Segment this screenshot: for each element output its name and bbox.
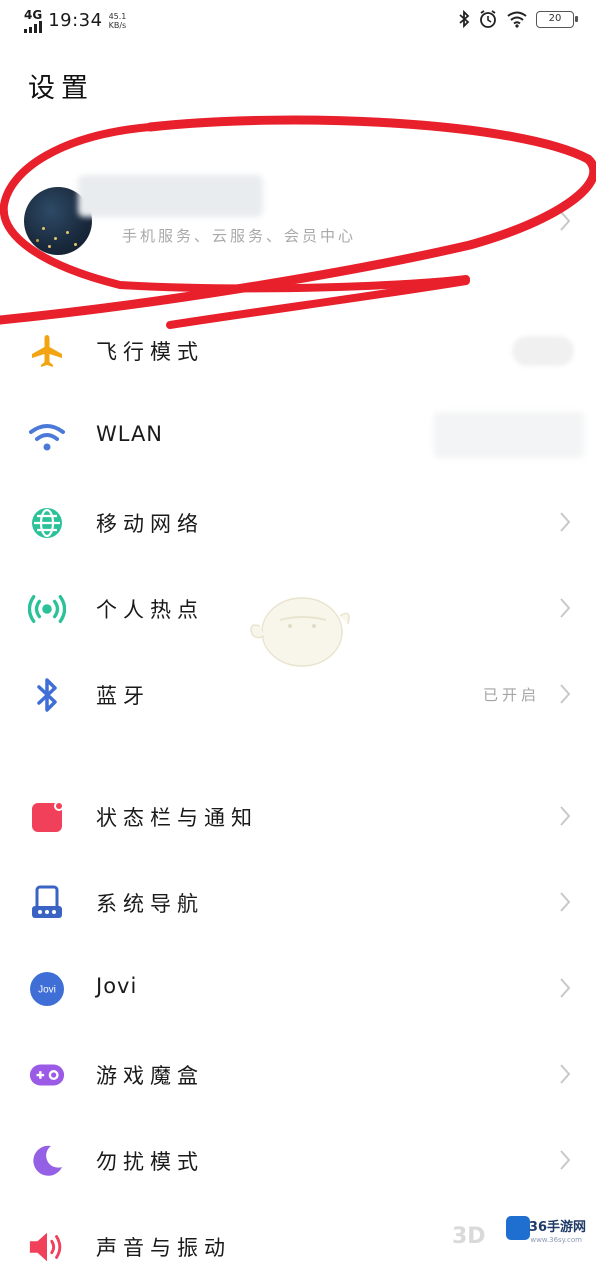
row-game-box[interactable]: 游戏魔盒	[0, 1032, 596, 1118]
navigation-icon	[28, 884, 66, 922]
network-type: 4G	[24, 8, 43, 22]
airplane-icon	[28, 332, 66, 370]
row-label: 状态栏与通知	[96, 806, 258, 830]
wifi-icon	[28, 418, 66, 456]
row-jovi[interactable]: Jovi Jovi	[0, 946, 596, 1032]
chevron-right-icon	[560, 892, 571, 912]
chevron-right-icon	[560, 978, 571, 998]
alarm-icon	[480, 10, 496, 28]
row-system-navigation[interactable]: 系统导航	[0, 860, 596, 946]
jovi-icon-text: Jovi	[38, 985, 56, 996]
row-label: 移动网络	[96, 512, 204, 536]
wifi-status-icon	[507, 11, 527, 28]
bluetooth-status-icon	[459, 10, 470, 28]
chevron-right-icon	[560, 512, 571, 532]
wlan-network-redacted	[434, 412, 584, 458]
row-mobile-network[interactable]: 移动网络	[0, 480, 596, 566]
row-label: 个人热点	[96, 598, 204, 622]
chevron-right-icon	[560, 598, 571, 618]
watermark-url: www.36sy.com	[530, 1236, 582, 1244]
moon-icon	[28, 1142, 66, 1180]
bluetooth-icon	[28, 676, 66, 714]
notification-icon	[28, 798, 66, 836]
row-label: 勿扰模式	[96, 1150, 204, 1174]
watermark-faint-text: 3D	[452, 1224, 486, 1249]
bluetooth-status: 已开启	[482, 686, 540, 704]
jovi-icon: Jovi	[28, 970, 66, 1008]
clock: 19:34	[48, 10, 103, 31]
network-speed: 45.1 KB/s	[108, 12, 127, 30]
gamepad-icon	[28, 1056, 66, 1094]
row-label: 声音与振动	[96, 1236, 231, 1260]
airplane-toggle[interactable]	[512, 336, 574, 366]
page-title: 设置	[28, 73, 94, 104]
row-statusbar-notifications[interactable]: 状态栏与通知	[0, 774, 596, 860]
chevron-right-icon	[560, 211, 571, 231]
row-wlan[interactable]: WLAN	[0, 394, 596, 480]
mascot-watermark	[250, 597, 350, 667]
chevron-right-icon	[560, 1064, 571, 1084]
row-label: Jovi	[96, 974, 138, 998]
globe-icon	[28, 504, 66, 542]
account-name-redacted	[78, 175, 263, 217]
account-row[interactable]: 手机服务、云服务、会员中心	[0, 165, 596, 270]
status-bar: 4G 19:34 45.1 KB/s 20	[0, 0, 596, 44]
watermark-brand: 36手游网	[528, 1220, 586, 1235]
row-label: 蓝牙	[96, 684, 150, 708]
watermark-logo-icon	[506, 1216, 530, 1240]
speaker-icon	[28, 1228, 66, 1262]
battery-icon: 20	[536, 10, 578, 28]
chevron-right-icon	[560, 806, 571, 826]
row-airplane-mode[interactable]: 飞行模式	[0, 308, 596, 394]
row-label: 系统导航	[96, 892, 204, 916]
row-do-not-disturb[interactable]: 勿扰模式	[0, 1118, 596, 1204]
row-label: WLAN	[96, 422, 164, 446]
site-watermark: 3D 36手游网 www.36sy.com	[404, 1208, 596, 1262]
chevron-right-icon	[560, 684, 571, 704]
hotspot-icon	[28, 590, 66, 628]
row-label: 飞行模式	[96, 340, 204, 364]
account-subtitle: 手机服务、云服务、会员中心	[122, 227, 357, 245]
row-label: 游戏魔盒	[96, 1064, 204, 1088]
chevron-right-icon	[560, 1150, 571, 1170]
signal-icon	[24, 21, 42, 33]
